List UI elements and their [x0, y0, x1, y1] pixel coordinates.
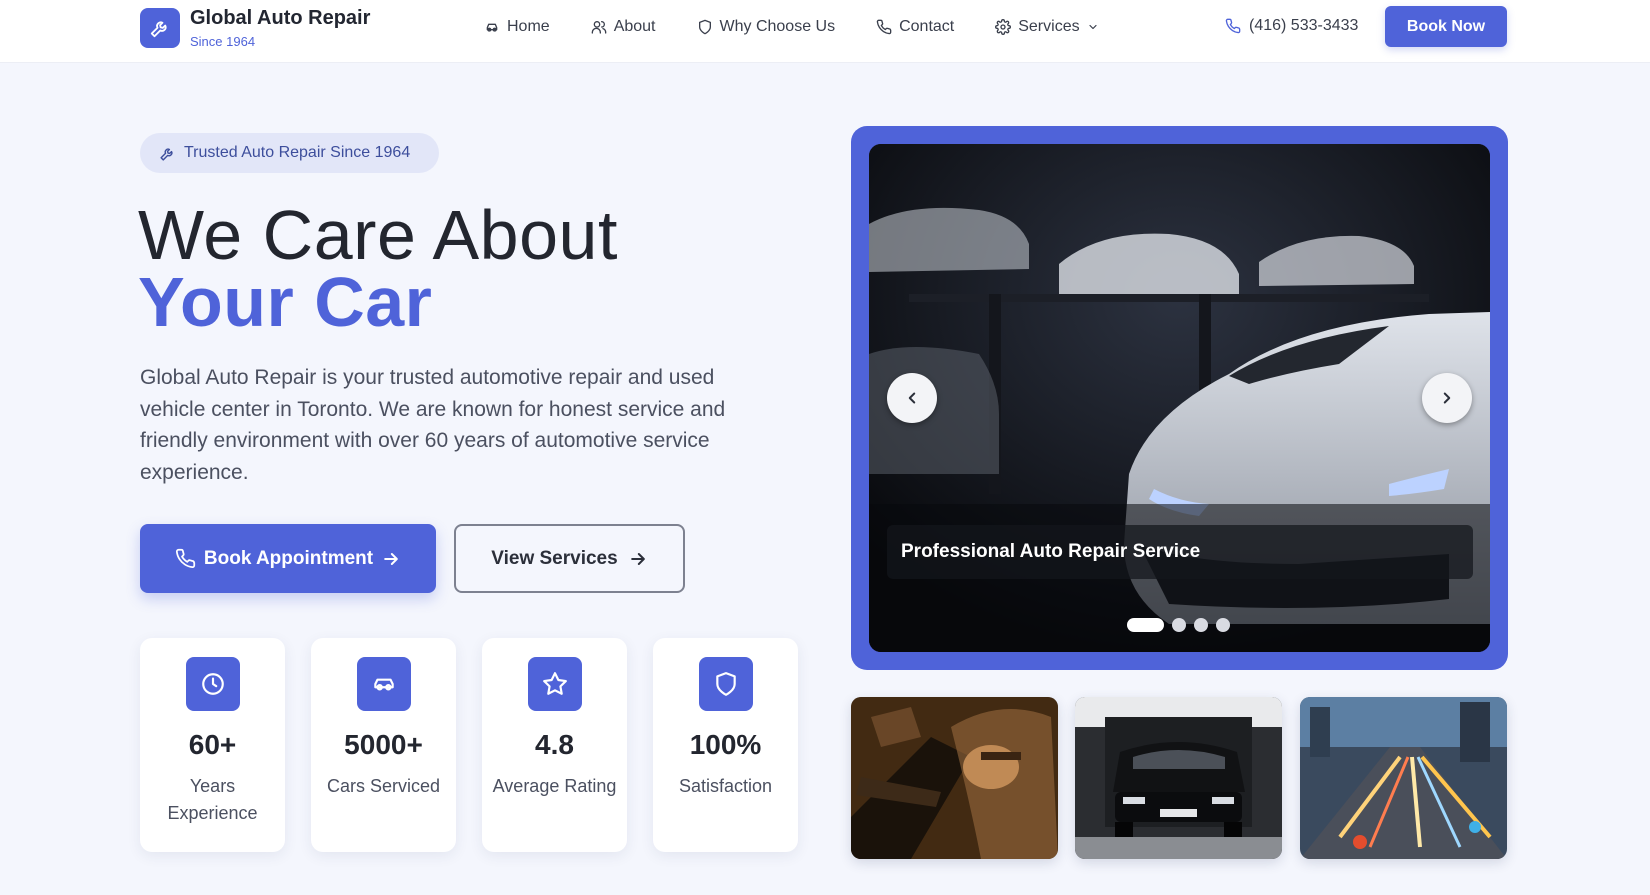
hero-title-line2: Your Car [138, 263, 433, 341]
main-nav: Home About Why Choose Us Contact Service… [484, 0, 1140, 54]
shield-icon [698, 19, 711, 35]
wrench-icon [140, 8, 180, 48]
nav-item-label: About [613, 18, 656, 35]
stat-label: Average Rating [492, 776, 617, 796]
shield-icon [698, 657, 753, 711]
carousel-dot-3[interactable] [1194, 618, 1208, 632]
carousel-caption: Professional Auto Repair Service [887, 525, 1473, 579]
stat-value: 60+ [188, 729, 237, 760]
top-navbar: Global Auto Repair Since 1964 Home About… [0, 0, 1650, 63]
chevron-down-icon [1088, 24, 1097, 30]
chevron-left-icon [908, 392, 916, 404]
stat-label: Years Experience [167, 776, 258, 823]
nav-item-about[interactable]: About [591, 18, 656, 36]
phone-icon [1225, 18, 1241, 34]
nav-item-contact[interactable]: Contact [876, 18, 954, 36]
carousel-next-button[interactable] [1422, 373, 1472, 423]
stat-card-cars: 5000+ Cars Serviced [311, 638, 456, 852]
stat-label: Cars Serviced [326, 776, 441, 796]
users-icon [591, 21, 607, 34]
stat-card-rating: 4.8 Average Rating [482, 638, 627, 852]
view-services-button[interactable]: View Services [454, 524, 685, 593]
stat-value: 100% [689, 729, 762, 760]
carousel-dot-4[interactable] [1216, 618, 1230, 632]
phone-icon [175, 548, 196, 569]
thumbnail-city-traffic[interactable] [1300, 697, 1507, 859]
carousel-prev-button[interactable] [887, 373, 937, 423]
hero-badge-text: Trusted Auto Repair Since 1964 [184, 144, 411, 161]
wrench-icon [160, 147, 173, 161]
phone-icon [876, 19, 892, 35]
nav-item-home[interactable]: Home [484, 18, 550, 36]
thumbnail-suv[interactable] [1075, 697, 1282, 859]
book-now-button[interactable]: Book Now [1385, 6, 1507, 47]
car-icon [486, 23, 498, 32]
arrow-right-icon [630, 552, 645, 565]
stat-card-satisfaction: 100% Satisfaction [653, 638, 798, 852]
stat-card-years: 60+ Years Experience [140, 638, 285, 852]
chevron-right-icon [1443, 392, 1451, 404]
arrow-right-icon [384, 552, 398, 565]
hero-description: Global Auto Repair is your trusted autom… [140, 366, 726, 484]
nav-item-label: Services [1018, 18, 1080, 35]
car-icon [356, 657, 411, 711]
brand-name: Global Auto Repair [190, 7, 371, 29]
header-phone-link[interactable]: (416) 533-3433 [1225, 17, 1358, 35]
stat-value: 4.8 [535, 729, 574, 760]
stat-label: Satisfaction [678, 776, 773, 796]
gear-icon [995, 19, 1012, 35]
thumbnail-engine-repair[interactable] [851, 697, 1058, 859]
carousel-dot-2[interactable] [1172, 618, 1186, 632]
star-icon [527, 657, 582, 711]
clock-icon [185, 657, 240, 711]
nav-item-label: Contact [899, 18, 955, 35]
hero-carousel [851, 126, 1508, 670]
nav-item-label: Why Choose Us [719, 18, 836, 35]
nav-item-services[interactable]: Services [995, 18, 1098, 36]
header-phone-number: (416) 533-3433 [1249, 17, 1359, 34]
view-services-label: View Services [491, 547, 618, 569]
carousel-indicators [1127, 618, 1238, 632]
brand-tagline: Since 1964 [190, 34, 256, 49]
brand[interactable]: Global Auto Repair Since 1964 [140, 7, 370, 49]
hero-badge: Trusted Auto Repair Since 1964 [140, 133, 439, 173]
book-appointment-button[interactable]: Book Appointment [140, 524, 436, 593]
book-appointment-label: Book Appointment [203, 547, 374, 569]
carousel-dot-1[interactable] [1127, 618, 1164, 632]
stat-value: 5000+ [344, 729, 423, 760]
nav-item-why-choose-us[interactable]: Why Choose Us [697, 18, 836, 36]
nav-item-label: Home [507, 18, 550, 35]
